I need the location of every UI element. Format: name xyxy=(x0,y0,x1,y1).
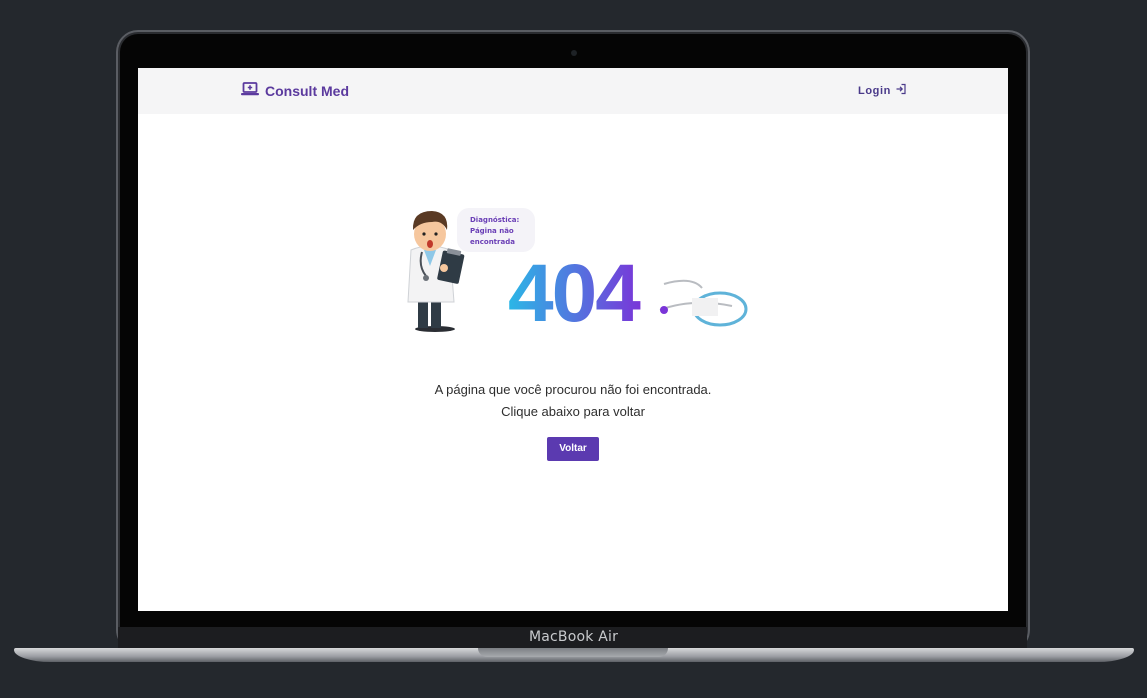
brand-link[interactable]: Consult Med xyxy=(241,82,349,99)
brand-name: Consult Med xyxy=(265,82,349,99)
doctor-figure xyxy=(407,211,465,332)
login-link[interactable]: Login xyxy=(858,83,907,98)
device-label: MacBook Air xyxy=(528,629,619,645)
back-instruction: Clique abaixo para voltar xyxy=(501,404,645,419)
not-found-message: A página que você procurou não foi encon… xyxy=(434,382,712,397)
browser-viewport: Consult Med Login Diagnóstica: Página nã… xyxy=(138,68,1008,611)
back-button[interactable]: Voltar xyxy=(547,437,599,461)
stethoscope-icon xyxy=(659,279,748,327)
bubble-line-3: encontrada xyxy=(470,238,515,246)
laptop-notch xyxy=(478,648,668,657)
not-found-illustration: Diagnóstica: Página não encontrada 404 xyxy=(407,208,748,336)
login-label: Login xyxy=(858,84,891,97)
error-code: 404 xyxy=(508,248,641,336)
camera-dot xyxy=(571,50,577,56)
laptop-medical-icon xyxy=(241,82,259,99)
navbar: Consult Med Login xyxy=(138,68,1008,114)
bubble-line-1: Diagnóstica: xyxy=(470,216,520,224)
sign-in-icon xyxy=(895,83,907,98)
bubble-line-2: Página não xyxy=(470,227,514,235)
speech-bubble: Diagnóstica: Página não encontrada xyxy=(457,208,535,252)
